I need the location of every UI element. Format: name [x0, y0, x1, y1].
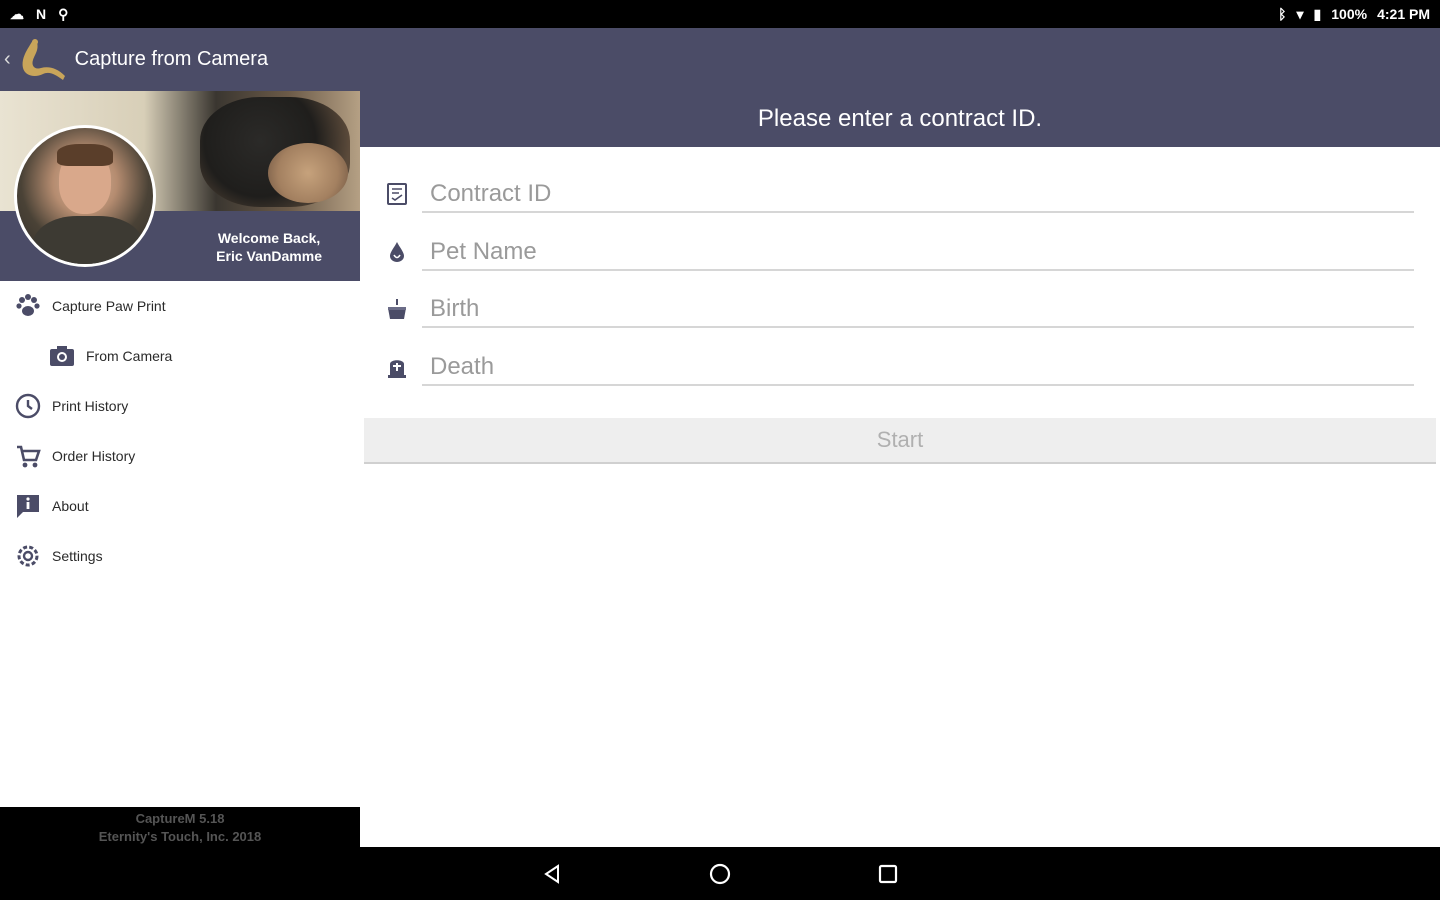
menu-item-order-history[interactable]: Order History: [0, 431, 360, 481]
clock: 4:21 PM: [1377, 6, 1430, 22]
copyright: Eternity's Touch, Inc. 2018: [98, 829, 262, 844]
menu-item-settings[interactable]: Settings: [0, 531, 360, 581]
welcome-line: Welcome Back,: [217, 230, 321, 246]
birth-row: [360, 282, 1440, 340]
main-content: Please enter a contract ID. Start: [360, 91, 1440, 847]
info-icon: [12, 490, 44, 522]
avatar-body: [33, 216, 143, 264]
app-logo[interactable]: [13, 32, 69, 88]
app-bar: ‹ Capture from Camera: [0, 28, 1440, 91]
app-version: CaptureM 5.18: [135, 811, 225, 826]
menu-item-label: Print History: [52, 398, 129, 414]
menu-item-label: About: [52, 498, 89, 514]
menu-item-print-history[interactable]: Print History: [0, 381, 360, 431]
home-icon[interactable]: [706, 860, 734, 888]
menu-item-label: From Camera: [86, 348, 173, 364]
menu-item-label: Order History: [52, 448, 136, 464]
pet-name-field[interactable]: [422, 235, 1414, 271]
cloud-icon: ☁: [10, 5, 24, 22]
battery-icon: ▮: [1313, 5, 1322, 22]
headstone-icon: [384, 354, 410, 380]
paw-icon: [12, 290, 44, 322]
cat-image: [268, 143, 348, 203]
cake-icon: [384, 296, 410, 322]
menu-item-from-camera[interactable]: From Camera: [0, 331, 360, 381]
user-name: Eric VanDamme: [216, 248, 322, 264]
bluetooth-icon: ᛒ: [1278, 6, 1287, 22]
instruction-banner: Please enter a contract ID.: [360, 91, 1440, 147]
drawer-menu: Capture Paw Print From Camera Print Hist…: [0, 281, 360, 581]
recents-icon[interactable]: [874, 860, 902, 888]
back-chevron-icon[interactable]: ‹: [4, 48, 11, 71]
page-title: Capture from Camera: [74, 48, 269, 70]
system-nav-bar: [0, 847, 1440, 900]
menu-item-capture-paw-print[interactable]: Capture Paw Print: [0, 281, 360, 331]
status-bar: ☁ N ⚲ ᛒ ▾ ▮ 100% 4:21 PM: [0, 0, 1440, 28]
contract-icon: [384, 181, 410, 207]
drawer-header: Welcome Back, Eric VanDamme: [0, 91, 360, 281]
welcome-text: Welcome Back, Eric VanDamme: [216, 229, 322, 265]
avatar-hair: [57, 144, 113, 166]
navigation-drawer: Welcome Back, Eric VanDamme Capture Paw …: [0, 91, 360, 847]
birth-field[interactable]: [422, 292, 1414, 328]
start-button[interactable]: Start: [364, 418, 1436, 464]
gear-icon: [12, 540, 44, 572]
drawer-footer: CaptureM 5.18 Eternity's Touch, Inc. 201…: [0, 807, 360, 847]
camera-icon: [46, 340, 78, 372]
history-icon: [12, 390, 44, 422]
contract-id-field[interactable]: [422, 177, 1414, 213]
back-icon[interactable]: [538, 860, 566, 888]
nfc-icon: N: [36, 6, 47, 22]
pet-name-row: [360, 225, 1440, 283]
menu-item-about[interactable]: About: [0, 481, 360, 531]
menu-item-label: Settings: [52, 548, 103, 564]
contract-id-row: [360, 167, 1440, 225]
cart-icon: [12, 440, 44, 472]
menu-item-label: Capture Paw Print: [52, 298, 166, 314]
death-row: [360, 340, 1440, 398]
avatar[interactable]: [14, 125, 156, 267]
death-field[interactable]: [422, 350, 1414, 386]
wifi-icon: ▾: [1296, 5, 1304, 22]
battery-percent: 100%: [1331, 6, 1368, 22]
usb-icon: ⚲: [58, 5, 69, 22]
pet-icon: [384, 239, 410, 265]
